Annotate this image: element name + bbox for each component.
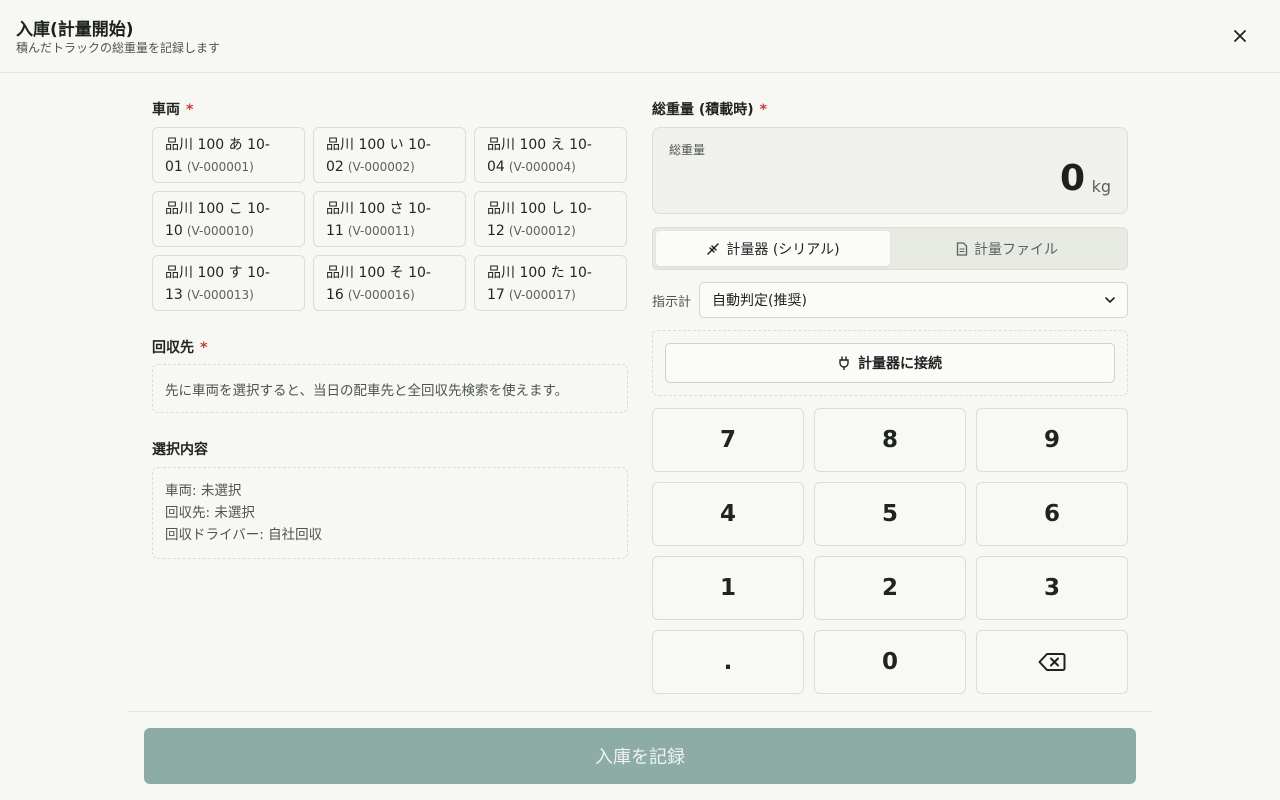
vehicle-plate-line2: 02 <box>326 159 344 175</box>
summary-box: 車両: 未選択 回収先: 未選択 回収ドライバー: 自社回収 <box>152 467 628 559</box>
dialog-title: 入庫(計量開始) <box>16 20 134 40</box>
indicator-label: 指示計 <box>652 295 692 310</box>
weight-unit: kg <box>1091 177 1111 196</box>
weight-box-label: 総重量 <box>669 143 706 157</box>
key-5[interactable]: 5 <box>814 482 966 546</box>
vehicle-card[interactable]: 品川 100 し 10- 12 (V-000012) <box>474 191 627 247</box>
vehicle-card[interactable]: 品川 100 い 10- 02 (V-000002) <box>313 127 466 183</box>
vehicle-code: (V-000010) <box>186 224 254 238</box>
vehicle-card[interactable]: 品川 100 こ 10- 10 (V-000010) <box>152 191 305 247</box>
vehicle-grid: 品川 100 あ 10- 01 (V-000001) 品川 100 い 10- 02(… <box>152 127 628 311</box>
key-6[interactable]: 6 <box>976 482 1128 546</box>
vehicle-plate-line1: 品川 100 さ 10- <box>326 201 431 217</box>
record-entry-button[interactable]: 入庫を記録 <box>144 728 1136 784</box>
required-mark: * <box>200 340 208 356</box>
vehicle-plate-line1: 品川 100 こ 10- <box>165 201 270 217</box>
vehicle-plate-line2: 12 <box>487 223 505 239</box>
vehicle-code: (V-000011) <box>347 224 415 238</box>
vehicle-plate-line1: 品川 100 す 10- <box>165 265 270 281</box>
vehicle-plate-line1: 品川 100 あ 10- <box>165 137 270 153</box>
summary-destination: 回収先: 未選択 <box>165 505 255 521</box>
destination-placeholder: 先に車両を選択すると、当日の配車先と全回収先検索を使えます。 <box>152 364 628 413</box>
weight-section-label: 総重量 (積載時) * <box>652 102 767 118</box>
vehicle-code: (V-000001) <box>186 160 254 174</box>
footer-divider <box>128 711 1152 712</box>
vehicle-card[interactable]: 品川 100 た 10- 17 (V-000017) <box>474 255 627 311</box>
summary-section-label: 選択内容 <box>152 442 208 458</box>
key-backspace[interactable] <box>976 630 1128 694</box>
key-4[interactable]: 4 <box>652 482 804 546</box>
dialog-header: 入庫(計量開始) 積んだトラックの総重量を記録します <box>0 0 1280 73</box>
vehicle-code: (V-000002) <box>347 160 415 174</box>
scale-serial-icon <box>707 242 720 255</box>
vehicle-code: (V-000004) <box>508 160 576 174</box>
connect-panel: 計量器に接続 <box>652 330 1128 396</box>
summary-driver: 回収ドライバー: 自社回収 <box>165 527 323 543</box>
key-9[interactable]: 9 <box>976 408 1128 472</box>
vehicle-plate-line1: 品川 100 そ 10- <box>326 265 431 281</box>
required-mark: * <box>759 102 767 118</box>
key-2[interactable]: 2 <box>814 556 966 620</box>
vehicle-plate-line2: 10 <box>165 223 183 239</box>
destination-section-label: 回収先 * <box>152 340 208 356</box>
key-decimal[interactable]: . <box>652 630 804 694</box>
close-icon <box>1234 30 1246 42</box>
vehicle-plate-line2: 01 <box>165 159 183 175</box>
key-3[interactable]: 3 <box>976 556 1128 620</box>
tab-scale-file[interactable]: 計量ファイル <box>890 231 1124 266</box>
vehicle-card[interactable]: 品川 100 あ 10- 01 (V-000001) <box>152 127 305 183</box>
indicator-select[interactable]: 自動判定(推奨) <box>699 282 1128 318</box>
backspace-icon <box>1038 653 1066 671</box>
dialog-subtitle: 積んだトラックの総重量を記録します <box>16 41 221 55</box>
vehicle-plate-line1: 品川 100 え 10- <box>487 137 592 153</box>
vehicle-plate-line2: 17 <box>487 287 505 303</box>
vehicle-plate-line2: 16 <box>326 287 344 303</box>
close-button[interactable] <box>1226 22 1254 50</box>
vehicle-plate-line2: 13 <box>165 287 183 303</box>
key-8[interactable]: 8 <box>814 408 966 472</box>
weight-value: 0 <box>1059 158 1085 199</box>
vehicle-card[interactable]: 品川 100 さ 10- 11 (V-000011) <box>313 191 466 247</box>
vehicle-section-label: 車両 * <box>152 102 194 118</box>
vehicle-code: (V-000012) <box>508 224 576 238</box>
weight-display: 総重量 0 kg <box>652 127 1128 214</box>
plug-icon <box>839 356 849 370</box>
input-mode-tabs: 計量器 (シリアル) 計量ファイル <box>652 227 1128 270</box>
key-0[interactable]: 0 <box>814 630 966 694</box>
vehicle-plate-line2: 04 <box>487 159 505 175</box>
vehicle-code: (V-000016) <box>347 288 415 302</box>
vehicle-card[interactable]: 品川 100 そ 10- 16 (V-000016) <box>313 255 466 311</box>
vehicle-code: (V-000017) <box>508 288 576 302</box>
numeric-keypad: 7 8 9 4 5 6 1 2 3 . 0 <box>652 408 1128 694</box>
tab-serial-scale[interactable]: 計量器 (シリアル) <box>656 231 890 266</box>
vehicle-card[interactable]: 品川 100 す 10- 13 (V-000013) <box>152 255 305 311</box>
vehicle-code: (V-000013) <box>186 288 254 302</box>
vehicle-card[interactable]: 品川 100 え 10- 04 (V-000004) <box>474 127 627 183</box>
summary-vehicle: 車両: 未選択 <box>165 483 242 499</box>
vehicle-plate-line1: 品川 100 し 10- <box>487 201 592 217</box>
key-1[interactable]: 1 <box>652 556 804 620</box>
indicator-selected-value: 自動判定(推奨) <box>712 293 807 309</box>
vehicle-plate-line1: 品川 100 た 10- <box>487 265 592 281</box>
file-icon <box>956 241 968 256</box>
chevron-down-icon <box>1105 297 1115 303</box>
vehicle-plate-line1: 品川 100 い 10- <box>326 137 431 153</box>
connect-scale-button[interactable]: 計量器に接続 <box>665 343 1115 383</box>
key-7[interactable]: 7 <box>652 408 804 472</box>
required-mark: * <box>186 102 194 118</box>
vehicle-plate-line2: 11 <box>326 223 344 239</box>
